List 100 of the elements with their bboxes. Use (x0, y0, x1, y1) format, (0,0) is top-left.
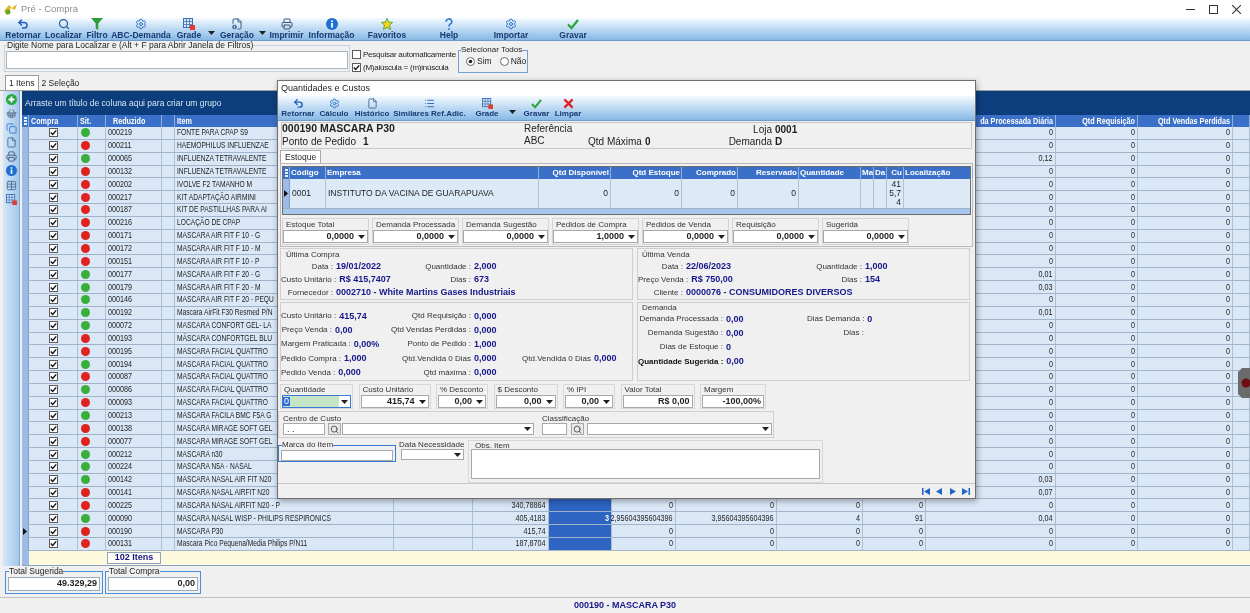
toolbar-button[interactable]: Localizar (43, 18, 84, 40)
combo-box[interactable]: 415,74 (360, 395, 429, 408)
checkbox[interactable] (48, 205, 58, 215)
toolbar-button[interactable]: Gravar (551, 18, 595, 40)
column-header[interactable]: da Processada Diária (980, 116, 1053, 126)
grip-icon[interactable] (23, 117, 27, 125)
combo-box[interactable]: 0,0000 (463, 230, 548, 243)
toolbar-button[interactable]: Geração (217, 18, 268, 40)
checkbox[interactable] (48, 256, 58, 266)
checkbox[interactable] (352, 63, 361, 72)
info-icon[interactable] (5, 165, 17, 177)
checkbox[interactable] (48, 321, 58, 331)
column-header[interactable]: Qtd Vendas Perdidas (1157, 116, 1230, 126)
column-header[interactable]: Reduzido (113, 116, 146, 126)
checkbox[interactable] (48, 423, 58, 433)
grip-icon[interactable] (284, 169, 288, 177)
checkbox[interactable] (48, 398, 58, 408)
code-field[interactable] (542, 423, 567, 435)
toolbar-button[interactable]: Histórico (352, 96, 392, 120)
combo-box[interactable]: 0,0000 (823, 230, 908, 243)
grid-row[interactable]: 000090 MASCARA NASAL WISP - PHILIPS RESPIRONICS 405,4183 3 2,95604395604396 3,95604395604396 4 91 0,04 0 0 (22, 512, 1250, 526)
toolbar-button[interactable]: Retornar (3, 18, 43, 40)
column-header[interactable]: Comprado (696, 169, 736, 177)
checkbox[interactable] (48, 359, 58, 369)
column-header[interactable]: Cu (891, 169, 902, 177)
toolbar-button[interactable]: Cálculo (316, 96, 352, 120)
toolbar-button[interactable]: ABC-Demanda (110, 18, 172, 40)
combo-box[interactable] (401, 449, 464, 460)
highlighted-cell[interactable] (549, 499, 612, 512)
radio-button[interactable] (499, 56, 509, 66)
radio-option[interactable]: Não (499, 56, 527, 66)
toolbar-button[interactable]: Grade (172, 18, 217, 40)
toolbar-button[interactable]: Importar (471, 18, 551, 40)
checkbox[interactable] (48, 475, 58, 485)
column-header[interactable]: Quantidade (800, 169, 844, 177)
grid-row[interactable]: 000225 MASCARA NASAL AIRFIT N20 - P 340,78864 0 0 0 0 0 0 0 (22, 499, 1250, 513)
highlighted-cell[interactable] (549, 538, 612, 550)
toolbar-button[interactable]: Favoritos (365, 18, 409, 40)
basket-icon[interactable] (5, 108, 17, 120)
toolbar-button[interactable]: Grade (467, 96, 518, 120)
checkbox[interactable] (48, 411, 58, 420)
document-icon[interactable] (5, 136, 17, 148)
grid-row[interactable]: 000190 MASCARA P30 415,74 0 0 0 0 0 0 0 (22, 525, 1250, 538)
toolbar-button[interactable]: Help (427, 18, 471, 40)
checkbox[interactable] (48, 166, 58, 176)
dot-tab-icon[interactable] (1238, 368, 1250, 398)
printer-icon[interactable] (5, 151, 17, 163)
combo-box[interactable]: 0,0000 (733, 230, 818, 243)
toolbar-button[interactable]: Limpar (553, 96, 583, 120)
toolbar-button[interactable]: Imprimir (268, 18, 305, 40)
column-header[interactable]: Qtd Requisição (1082, 116, 1135, 126)
tab[interactable]: 1 Itens (5, 75, 39, 90)
radio-option[interactable]: Sim (466, 56, 492, 66)
tab[interactable]: Estoque (280, 150, 322, 163)
checkbox[interactable] (48, 141, 58, 151)
combo-box[interactable]: 0,0000 (643, 230, 728, 243)
checkbox[interactable] (48, 372, 58, 382)
combo-box[interactable]: 0,00 (438, 395, 486, 408)
highlighted-cell[interactable] (549, 525, 612, 537)
checkbox-option[interactable]: (M)aiúscula = (m)inúscula (352, 61, 449, 74)
search-button[interactable] (571, 423, 584, 435)
checkbox[interactable] (48, 192, 58, 202)
checkbox[interactable] (48, 436, 58, 446)
input-field[interactable] (281, 450, 393, 461)
combo-box[interactable]: 0,0000 (283, 230, 368, 243)
search-field[interactable] (6, 50, 348, 69)
radio-button[interactable] (466, 56, 475, 66)
checkbox[interactable] (48, 154, 58, 164)
combo-box[interactable]: 0 (282, 395, 351, 408)
toolbar-button[interactable]: Gravar (520, 96, 553, 120)
checkbox[interactable] (48, 513, 58, 523)
first-page-icon[interactable] (921, 488, 930, 495)
grid-icon[interactable] (5, 194, 17, 206)
combo-box[interactable]: 0,0000 (373, 230, 458, 243)
column-header[interactable]: Da (875, 169, 886, 177)
checkbox[interactable] (48, 282, 58, 292)
checkbox[interactable] (48, 500, 58, 510)
checkbox[interactable] (48, 295, 58, 305)
checkbox[interactable] (48, 333, 58, 343)
checkbox[interactable] (48, 462, 58, 472)
last-page-icon[interactable] (962, 488, 970, 495)
checkbox[interactable] (48, 346, 58, 356)
column-header[interactable]: Código (291, 169, 319, 177)
toolbar-button[interactable]: Retornar (280, 96, 316, 120)
search-button[interactable] (328, 423, 341, 435)
checkbox[interactable] (48, 488, 58, 498)
column-header[interactable]: Ma (862, 169, 874, 177)
code-field[interactable]: . . (283, 423, 325, 435)
checkbox[interactable] (48, 218, 58, 228)
plus-icon[interactable] (5, 94, 17, 105)
checkbox[interactable] (48, 179, 58, 189)
tab[interactable]: 2 Seleção (38, 77, 83, 90)
column-header[interactable]: Qtd Disponível (552, 169, 609, 177)
checkbox[interactable] (48, 308, 58, 318)
checkbox[interactable] (48, 244, 58, 253)
checkbox-option[interactable]: Pesquisar automaticamente (352, 48, 456, 61)
checkbox[interactable] (48, 539, 58, 549)
checkbox[interactable] (48, 269, 58, 279)
toolbar-button[interactable]: Similares Ref.Adic. (392, 96, 467, 120)
text-field[interactable]: -100,00% (702, 395, 764, 408)
